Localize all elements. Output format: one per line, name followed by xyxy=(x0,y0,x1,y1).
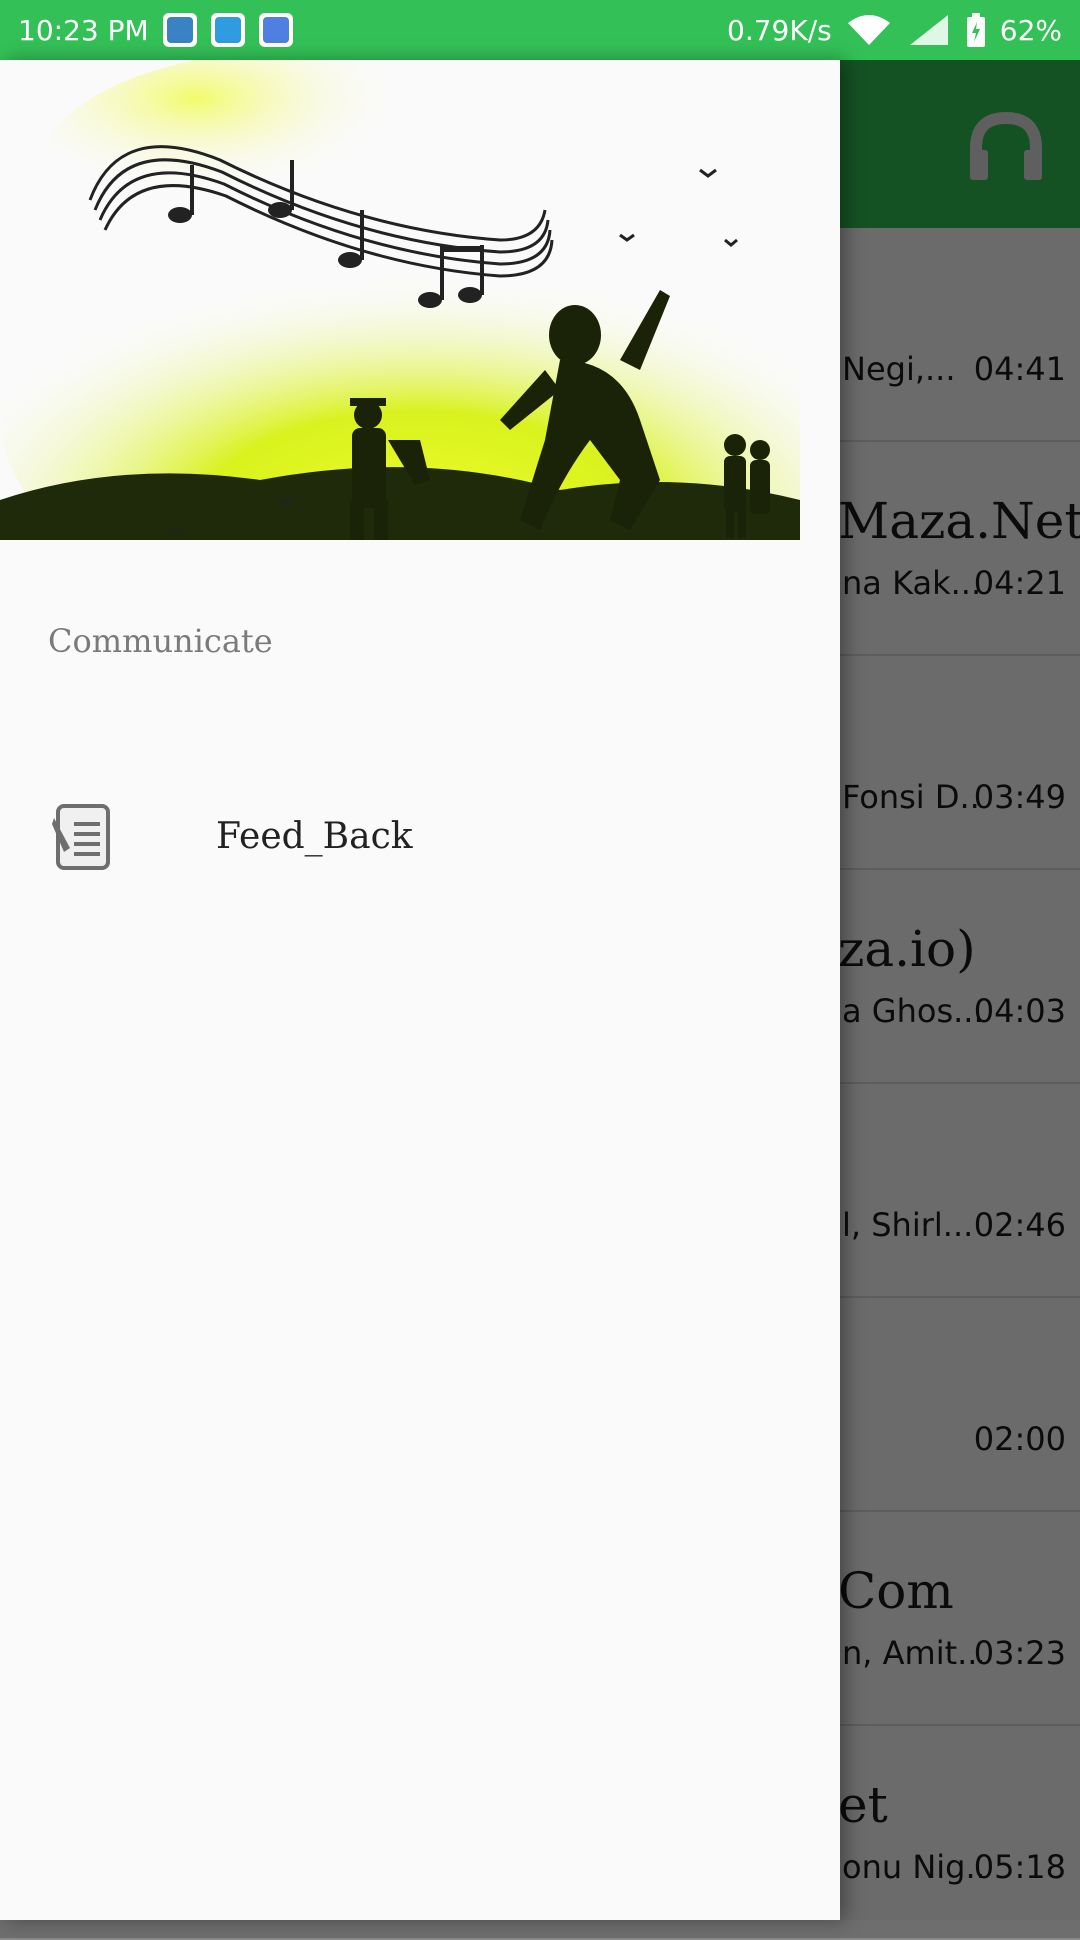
status-bar: 10:23 PM 0.79K/s 62% xyxy=(0,0,1080,60)
drawer-item-feedback[interactable]: Feed_Back xyxy=(0,778,840,904)
music-silhouette-header-image xyxy=(0,60,800,540)
status-time: 10:23 PM xyxy=(18,13,149,47)
battery-level: 62% xyxy=(999,13,1062,47)
file-manager-icon xyxy=(210,13,245,47)
android-debug-icon xyxy=(258,13,293,47)
usb-icon xyxy=(162,13,197,47)
battery-icon xyxy=(966,13,985,47)
drawer-item-label: Feed_Back xyxy=(216,816,413,857)
signal-icon xyxy=(909,15,948,45)
feedback-icon xyxy=(52,804,110,870)
section-title-communicate: Communicate xyxy=(48,622,273,660)
wifi-icon xyxy=(847,15,890,45)
net-speed: 0.79K/s xyxy=(727,13,832,47)
navigation-drawer: Communicate Feed_Back xyxy=(0,60,840,1920)
